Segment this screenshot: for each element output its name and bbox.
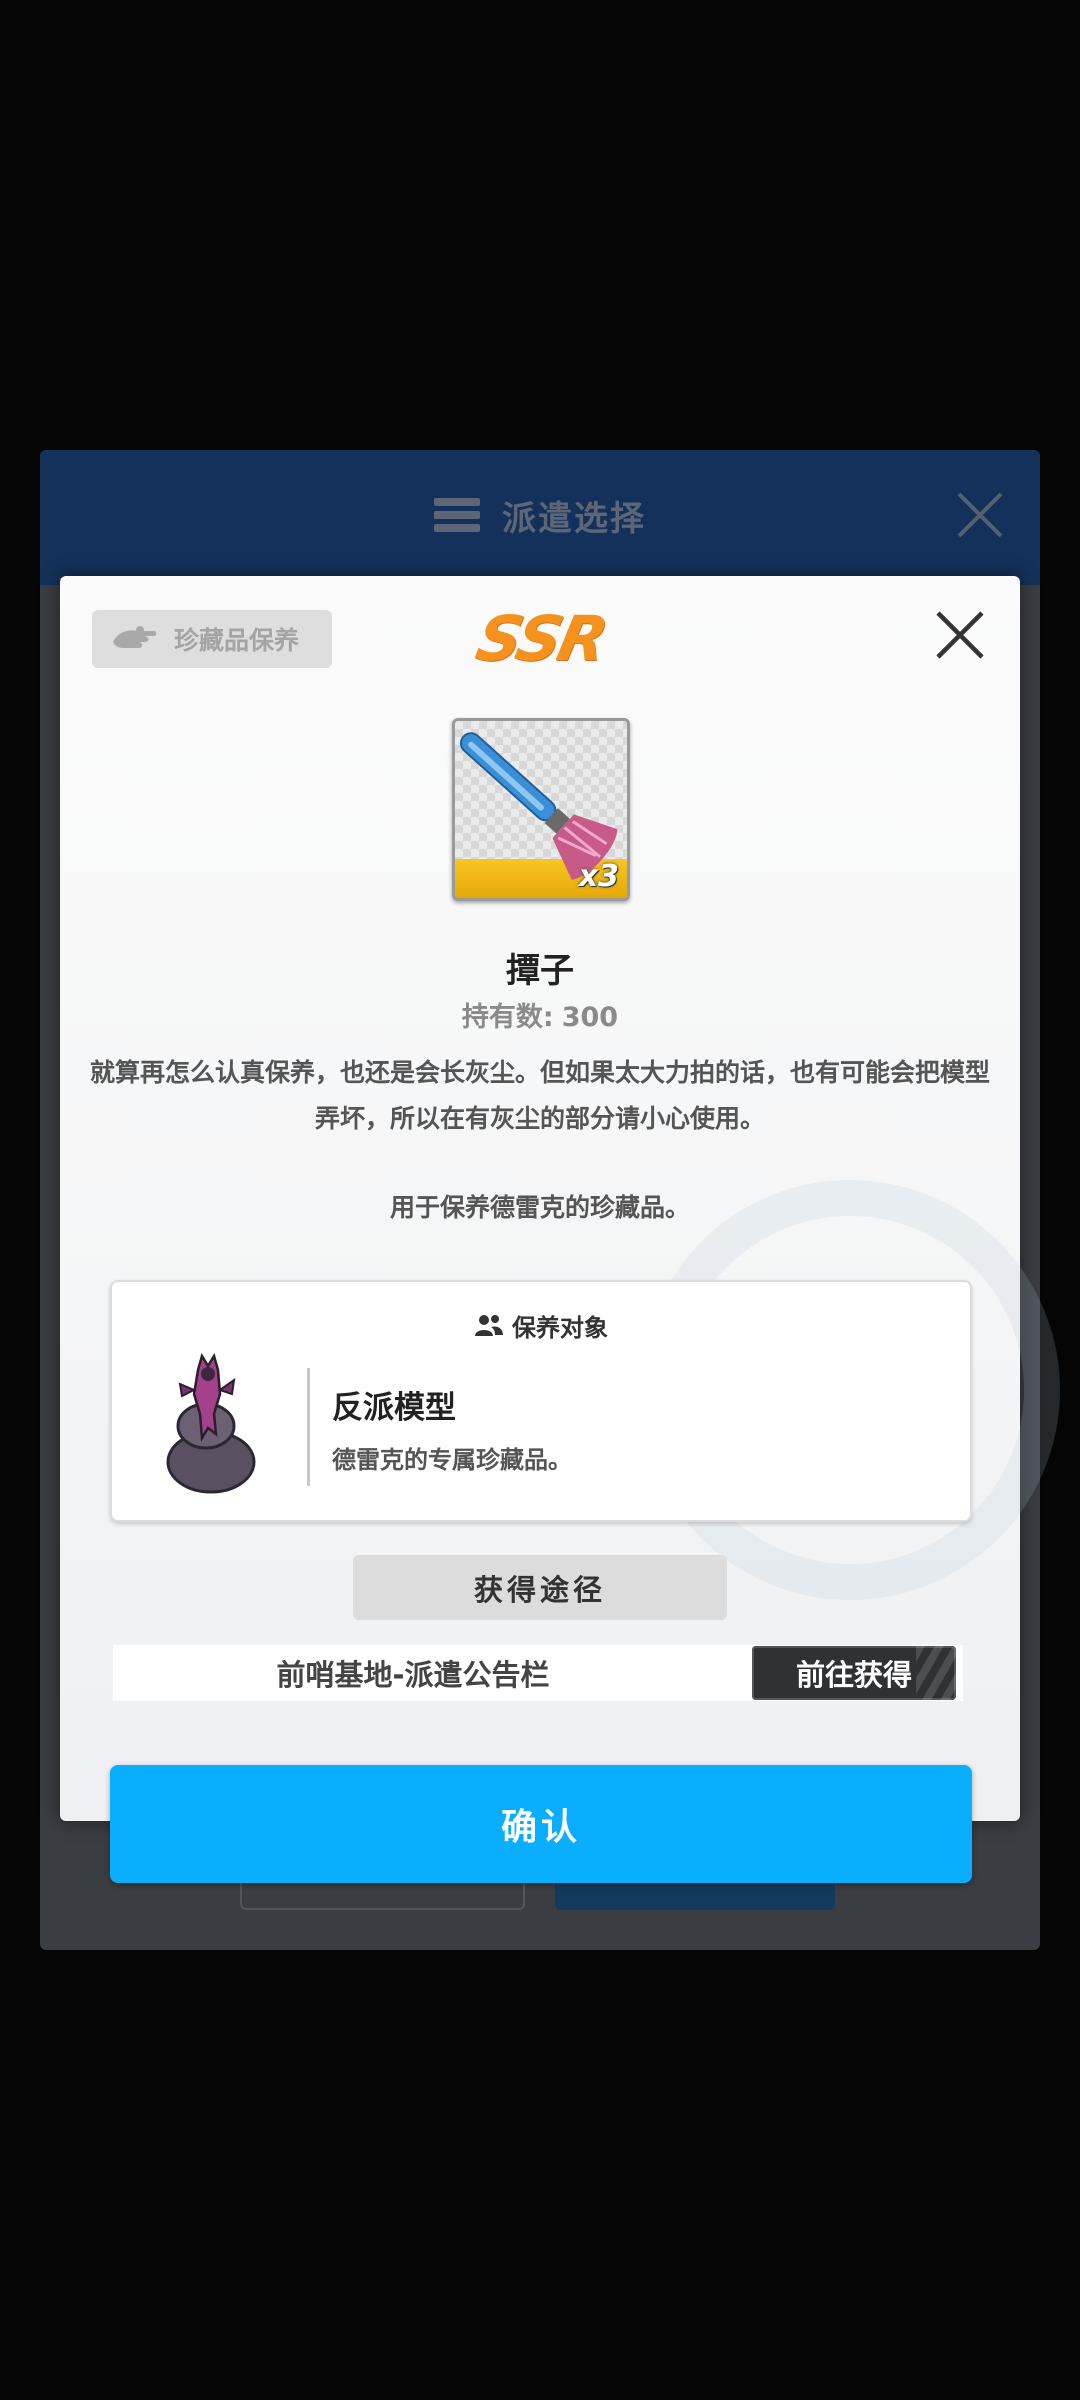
item-description: 就算再怎么认真保养，也还是会长灰尘。但如果太大力拍的话，也有可能会把模型弄坏，所… <box>89 1058 990 1133</box>
item-icon-frame: x3 <box>452 718 630 901</box>
item-quantity-badge: x3 <box>578 859 619 894</box>
owned-value: 300 <box>561 1002 619 1033</box>
acquisition-header-label: 获得途径 <box>473 1572 606 1607</box>
goto-acquire-button[interactable]: 前往获得 <box>752 1646 956 1700</box>
target-description: 德雷克的专属珍藏品。 <box>332 1446 572 1474</box>
target-name: 反派模型 <box>332 1390 456 1426</box>
target-header-label: 保养对象 <box>512 1314 608 1342</box>
acquisition-header: 获得途径 <box>353 1555 727 1620</box>
close-icon[interactable] <box>955 490 1005 540</box>
hand-icon <box>113 626 157 649</box>
owned-label: 持有数: <box>461 1002 554 1033</box>
close-icon[interactable] <box>930 605 990 665</box>
rarity-label: SSR <box>470 602 612 675</box>
target-divider <box>307 1368 310 1486</box>
acquisition-source: 前哨基地-派遣公告栏 <box>276 1658 550 1692</box>
background-panel-title: 派遣选择 <box>502 498 646 539</box>
item-usage: 用于保养德雷克的珍藏品。 <box>389 1193 690 1222</box>
category-tag: 珍藏品保养 <box>92 610 332 668</box>
people-icon <box>475 1314 503 1336</box>
list-icon <box>434 498 480 532</box>
target-header: 保养对象 <box>110 1308 972 1343</box>
confirm-button[interactable]: 确认 <box>110 1765 972 1883</box>
owned-count: 持有数: 300 <box>40 995 1040 1034</box>
item-name: 撢子 <box>506 951 574 991</box>
background-title-row: 派遣选择 <box>40 480 1040 550</box>
villain-figure-image <box>166 1352 256 1494</box>
category-tag-label: 珍藏品保养 <box>174 626 300 655</box>
